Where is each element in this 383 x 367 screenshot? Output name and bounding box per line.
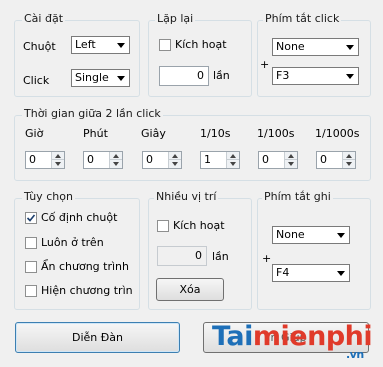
chevron-down-icon xyxy=(344,39,356,55)
option-hide-program-checkbox[interactable] xyxy=(25,261,37,273)
option-hide-program-label: Ẩn chương trình xyxy=(41,260,129,273)
interval-label-seconds: Giây xyxy=(141,127,166,140)
repeat-unit-label: lần xyxy=(213,69,230,82)
click-hotkey-group xyxy=(257,20,371,97)
interval-minutes-value: 0 xyxy=(87,153,94,166)
mouse-label: Chuột xyxy=(23,40,56,53)
multi-position-enable-label: Kích hoạt xyxy=(173,219,225,232)
click-type-value: Single xyxy=(75,71,109,84)
record-hotkey-modifier-select[interactable]: None xyxy=(272,226,350,244)
option-show-program-label: Hiện chương trìn xyxy=(41,284,133,297)
spin-down-icon[interactable] xyxy=(227,160,239,168)
option-fix-mouse-checkbox[interactable] xyxy=(25,212,37,224)
spin-down-icon[interactable] xyxy=(343,160,355,168)
interval-label-hours: Giờ xyxy=(25,127,44,140)
click-hotkey-plus: + xyxy=(260,58,270,71)
interval-tenths-spinner[interactable]: 1 xyxy=(200,151,240,169)
forum-button-label: Diễn Đàn xyxy=(72,331,123,344)
interval-label-tenths: 1/10s xyxy=(200,127,231,140)
chevron-down-icon xyxy=(115,70,127,86)
record-hotkey-plus: + xyxy=(262,252,272,265)
delete-positions-button[interactable]: Xóa xyxy=(156,278,224,301)
spin-down-icon[interactable] xyxy=(110,160,122,168)
multi-position-count-input[interactable]: 0 xyxy=(157,246,207,266)
record-hotkey-title: Phím tắt ghi xyxy=(262,190,333,203)
repeat-count-value: 0 xyxy=(197,69,204,82)
repeat-title: Lặp lại xyxy=(155,12,196,25)
interval-label-thousandths: 1/1000s xyxy=(315,127,360,140)
interval-hundredths-value: 0 xyxy=(262,153,269,166)
chevron-down-icon xyxy=(335,227,347,243)
option-show-program-checkbox[interactable] xyxy=(25,285,37,297)
options-title: Tùy chọn xyxy=(22,190,75,203)
interval-seconds-spinner[interactable]: 0 xyxy=(142,151,182,169)
multi-position-enable-checkbox[interactable] xyxy=(157,220,169,232)
interval-tenths-value: 1 xyxy=(204,153,211,166)
mouse-button-select[interactable]: Left xyxy=(71,36,130,54)
click-hotkey-modifier-value: None xyxy=(276,40,305,53)
settings-title: Cài đặt xyxy=(22,12,66,25)
interval-minutes-spinner[interactable]: 0 xyxy=(83,151,123,169)
logo-text-tai: Tai xyxy=(212,321,253,352)
spin-up-icon[interactable] xyxy=(285,152,297,160)
repeat-enable-checkbox[interactable] xyxy=(159,39,171,51)
chevron-down-icon xyxy=(115,37,127,53)
interval-hours-value: 0 xyxy=(29,153,36,166)
click-hotkey-key-select[interactable]: F3 xyxy=(272,67,359,85)
record-hotkey-key-value: F4 xyxy=(276,266,290,279)
multi-position-title: Nhiều vị trí xyxy=(154,190,219,203)
spin-up-icon[interactable] xyxy=(227,152,239,160)
record-hotkey-modifier-value: None xyxy=(276,228,305,241)
spin-down-icon[interactable] xyxy=(169,160,181,168)
delete-positions-label: Xóa xyxy=(179,283,201,296)
interval-label-hundredths: 1/100s xyxy=(257,127,295,140)
chevron-down-icon xyxy=(335,265,347,281)
click-hotkey-key-value: F3 xyxy=(276,69,290,82)
mouse-button-value: Left xyxy=(75,38,96,51)
interval-hundredths-spinner[interactable]: 0 xyxy=(258,151,298,169)
click-label: Click xyxy=(23,74,50,87)
multi-position-count-value: 0 xyxy=(195,249,202,262)
logo-text-domain: .vn xyxy=(346,348,364,361)
interval-seconds-value: 0 xyxy=(146,153,153,166)
click-type-select[interactable]: Single xyxy=(71,69,130,87)
interval-thousandths-spinner[interactable]: 0 xyxy=(316,151,356,169)
interval-thousandths-value: 0 xyxy=(320,153,327,166)
repeat-count-input[interactable]: 0 xyxy=(159,66,209,86)
forum-button[interactable]: Diễn Đàn xyxy=(15,322,180,353)
spin-up-icon[interactable] xyxy=(169,152,181,160)
check-icon xyxy=(26,214,36,222)
taimienphi-logo: Taimienphi .vn xyxy=(212,321,373,361)
chevron-down-icon xyxy=(344,68,356,84)
spin-down-icon[interactable] xyxy=(285,160,297,168)
option-always-on-top-label: Luôn ở trên xyxy=(41,236,104,249)
spin-down-icon[interactable] xyxy=(52,160,64,168)
interval-group xyxy=(14,115,371,181)
interval-label-minutes: Phút xyxy=(83,127,108,140)
record-hotkey-key-select[interactable]: F4 xyxy=(272,264,350,282)
multi-position-unit-label: lần xyxy=(212,250,229,263)
spin-up-icon[interactable] xyxy=(110,152,122,160)
interval-hours-spinner[interactable]: 0 xyxy=(25,151,65,169)
click-hotkey-modifier-select[interactable]: None xyxy=(272,38,359,56)
option-always-on-top-checkbox[interactable] xyxy=(25,237,37,249)
repeat-enable-label: Kích hoạt xyxy=(175,38,227,51)
record-hotkey-group xyxy=(257,198,371,310)
spin-up-icon[interactable] xyxy=(343,152,355,160)
option-fix-mouse-label: Cố định chuột xyxy=(41,211,118,224)
interval-title: Thời gian giữa 2 lần click xyxy=(22,107,163,120)
spin-up-icon[interactable] xyxy=(52,152,64,160)
click-hotkey-title: Phím tắt click xyxy=(263,12,342,25)
